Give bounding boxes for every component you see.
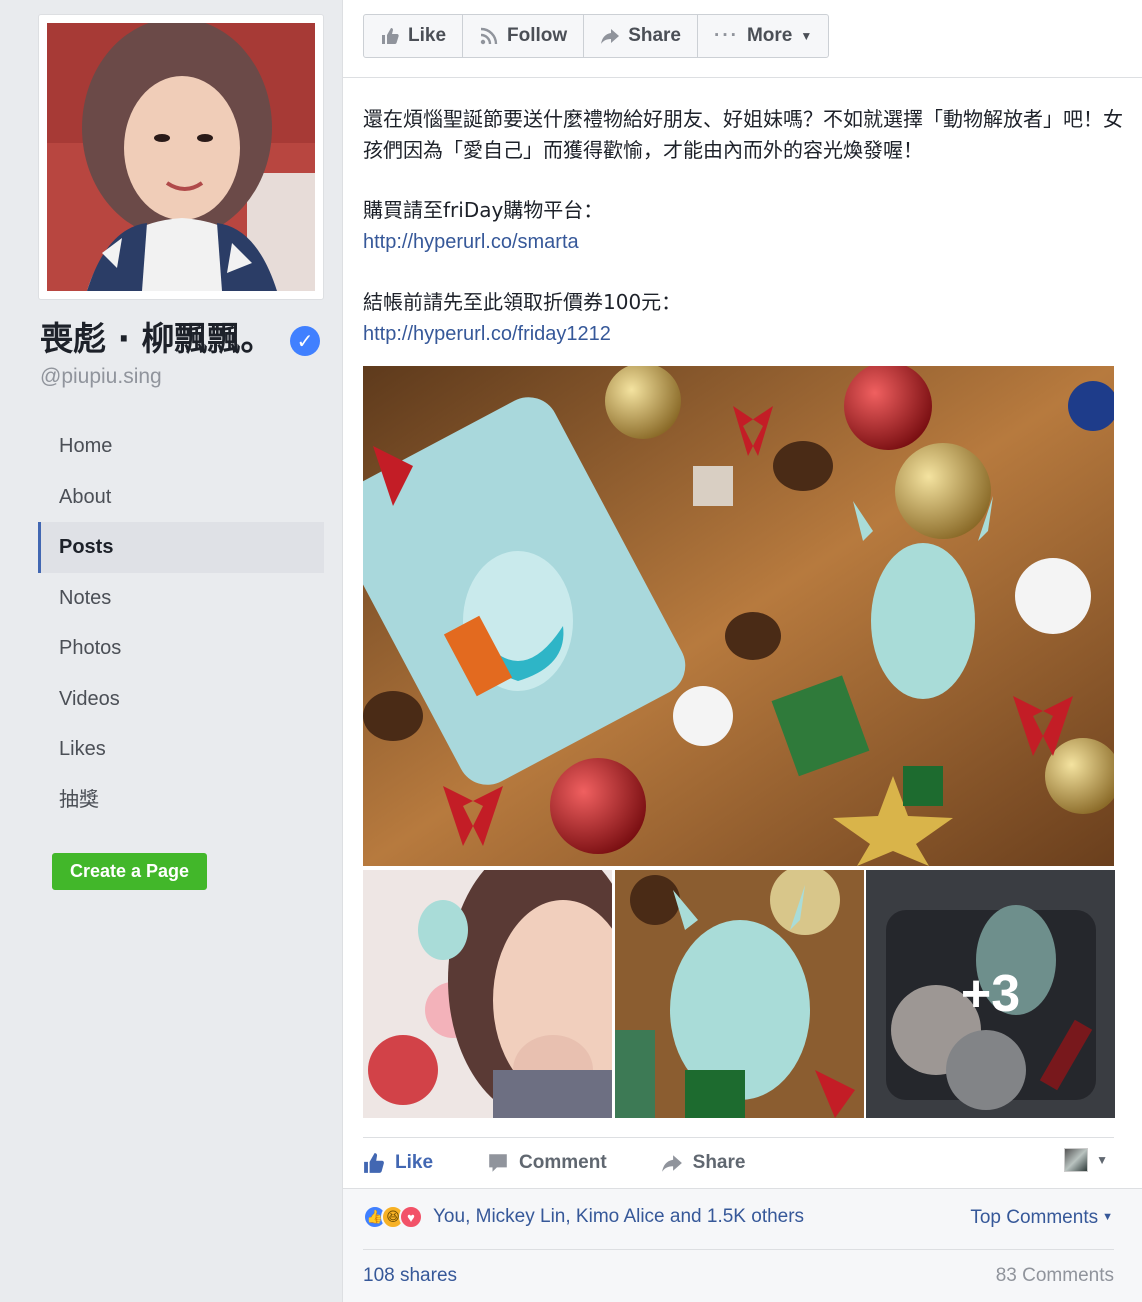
create-page-button[interactable]: Create a Page (52, 853, 207, 890)
comment-icon (489, 1153, 507, 1172)
post-share-label: Share (692, 1151, 746, 1173)
top-comments-dropdown[interactable]: Top Comments ▼ (970, 1207, 1113, 1229)
caret-down-icon: ▼ (800, 29, 813, 43)
share-arrow-icon (661, 1154, 682, 1172)
page-share-label: Share (628, 25, 681, 46)
caret-down-icon: ▼ (1102, 1211, 1113, 1223)
page-like-label: Like (408, 25, 447, 46)
reactions-summary[interactable]: 👍 😆 ♥ You, Mickey Lin, Kimo Alice and 1.… (363, 1205, 804, 1229)
buy-link[interactable]: http://hyperurl.co/smarta (363, 231, 579, 253)
post-photo-thumb-2[interactable] (615, 870, 864, 1118)
page-share-button[interactable]: Share (584, 15, 698, 57)
post-photo-main[interactable] (363, 366, 1114, 866)
nav-item-posts[interactable]: Posts (38, 522, 324, 573)
verified-badge-icon: ✓ (290, 326, 320, 356)
post-body: 還在煩惱聖誕節要送什麼禮物給好朋友、好姐妹嗎？不如就選擇「動物解放者」吧！女孩們… (363, 104, 1123, 350)
main-content: Like Follow Share ··· More ▼ 還在煩惱聖誕節要送什麼… (342, 0, 1142, 1302)
comment-label: Comment (519, 1151, 607, 1173)
comments-count[interactable]: 83 Comments (996, 1265, 1114, 1287)
nav-item-videos[interactable]: Videos (38, 674, 324, 725)
post-paragraph: 還在煩惱聖誕節要送什麼禮物給好朋友、好姐妹嗎？不如就選擇「動物解放者」吧！女孩們… (363, 107, 1123, 162)
page-like-button[interactable]: Like (364, 15, 464, 57)
follow-label: Follow (507, 25, 568, 46)
post-like-button[interactable]: Like (363, 1152, 433, 1174)
more-button[interactable]: ··· More ▼ (698, 15, 828, 57)
profile-photo (47, 23, 315, 291)
post-action-bar: Like Comment Share ▼ (363, 1137, 1114, 1187)
more-label: More (746, 25, 793, 46)
page-handle[interactable]: @piupiu.sing (40, 365, 162, 389)
page-action-bar: Like Follow Share ··· More ▼ (343, 0, 1142, 78)
nav-item-lottery[interactable]: 抽獎 (38, 775, 324, 826)
left-sidebar: 喪彪 · 柳飄飄。 ✓ @piupiu.sing Home About Post… (0, 0, 342, 1302)
nav-item-photos[interactable]: Photos (38, 623, 324, 674)
nav-item-likes[interactable]: Likes (38, 724, 324, 775)
comment-button[interactable]: Comment (487, 1152, 607, 1174)
more-photos-overlay[interactable]: +3 (866, 870, 1115, 1118)
post-photo-thumb-1[interactable] (363, 870, 612, 1118)
profile-picture[interactable] (38, 14, 324, 300)
post-as-selector[interactable]: ▼ (1064, 1148, 1108, 1172)
caret-down-icon: ▼ (1096, 1153, 1108, 1167)
thumbs-up-icon (382, 28, 399, 44)
nav-item-about[interactable]: About (38, 472, 324, 523)
share-arrow-icon (601, 29, 620, 44)
page-title[interactable]: 喪彪 · 柳飄飄。 (40, 312, 274, 360)
post-share-button[interactable]: Share (661, 1151, 746, 1174)
love-reaction-icon: ♥ (399, 1205, 423, 1229)
reactions-text[interactable]: You, Mickey Lin, Kimo Alice and 1.5K oth… (433, 1206, 804, 1228)
nav-item-home[interactable]: Home (38, 421, 324, 472)
follow-button[interactable]: Follow (463, 15, 585, 57)
avatar (1064, 1148, 1089, 1172)
shares-count[interactable]: 108 shares (363, 1265, 457, 1287)
page-nav: Home About Posts Notes Photos Videos Lik… (38, 421, 324, 825)
coupon-link[interactable]: http://hyperurl.co/friday1212 (363, 323, 611, 345)
ellipsis-icon: ··· (714, 25, 739, 46)
post-photo-thumb-3[interactable]: +3 (866, 870, 1115, 1118)
post-coupon-text: 結帳前請先至此領取折價券100元： (363, 290, 682, 314)
post-footer: 👍 😆 ♥ You, Mickey Lin, Kimo Alice and 1.… (343, 1188, 1142, 1302)
post-like-label: Like (395, 1151, 434, 1173)
post-buy-text: 購買請至friDay購物平台： (363, 198, 604, 222)
thumbs-up-icon (364, 1152, 384, 1173)
page-action-group: Like Follow Share ··· More ▼ (363, 14, 830, 58)
top-comments-label: Top Comments (970, 1207, 1099, 1228)
divider (363, 1249, 1114, 1250)
nav-item-notes[interactable]: Notes (38, 573, 324, 624)
rss-icon (480, 27, 498, 45)
